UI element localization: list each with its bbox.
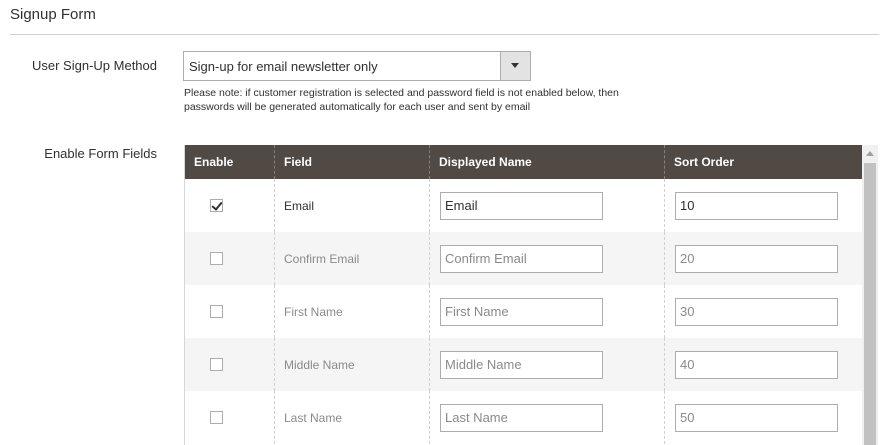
sign-up-method-select[interactable]: Sign-up for email newsletter only	[183, 51, 531, 81]
enable-checkbox[interactable]	[210, 411, 223, 424]
form-fields-table: Enable Field Displayed Name Sort Order E…	[185, 145, 863, 444]
displayed-name-input[interactable]	[440, 244, 603, 273]
sort-order-input[interactable]	[675, 403, 838, 432]
displayed-name-cell	[429, 391, 665, 444]
enable-form-fields-label: Enable Form Fields	[44, 146, 157, 161]
table-header-row: Enable Field Displayed Name Sort Order	[185, 145, 863, 179]
enable-cell	[185, 232, 275, 285]
field-name: First Name	[274, 285, 430, 338]
field-name: Last Name	[274, 391, 430, 444]
chevron-down-icon	[511, 63, 519, 68]
select-toggle-button[interactable]	[500, 52, 530, 80]
note-line-2: passwords will be generated automaticall…	[184, 101, 531, 113]
sign-up-method-value: Sign-up for email newsletter only	[189, 59, 378, 74]
table-row: Last Name	[185, 391, 863, 444]
sort-order-input[interactable]	[675, 244, 838, 273]
column-header-field: Field	[274, 145, 430, 179]
field-name: Confirm Email	[274, 232, 430, 285]
sort-order-cell	[664, 285, 863, 338]
sort-order-input[interactable]	[675, 191, 838, 220]
displayed-name-input[interactable]	[440, 403, 603, 432]
field-name: Email	[274, 179, 430, 232]
sign-up-method-note: Please note: if customer registration is…	[184, 86, 664, 114]
field-name: Middle Name	[274, 338, 430, 391]
table-row: Confirm Email	[185, 232, 863, 285]
column-header-enable: Enable	[185, 145, 275, 179]
table-row: Middle Name	[185, 338, 863, 391]
scroll-up-arrow-icon[interactable]	[866, 151, 874, 156]
table-row: Email	[185, 179, 863, 232]
enable-checkbox[interactable]	[210, 305, 223, 318]
displayed-name-cell	[429, 232, 665, 285]
displayed-name-input[interactable]	[440, 191, 603, 220]
displayed-name-cell	[429, 285, 665, 338]
displayed-name-cell	[429, 179, 665, 232]
column-header-displayed-name: Displayed Name	[429, 145, 665, 179]
form-fields-grid: Enable Field Displayed Name Sort Order E…	[184, 145, 863, 445]
enable-cell	[185, 338, 275, 391]
section-divider	[10, 34, 879, 35]
sort-order-input[interactable]	[675, 297, 838, 326]
sort-order-input[interactable]	[675, 350, 838, 379]
enable-cell	[185, 285, 275, 338]
sort-order-cell	[664, 179, 863, 232]
enable-checkbox[interactable]	[210, 252, 223, 265]
displayed-name-cell	[429, 338, 665, 391]
scroll-thumb[interactable]	[864, 163, 876, 445]
sort-order-cell	[664, 232, 863, 285]
sort-order-cell	[664, 391, 863, 444]
enable-checkbox[interactable]	[210, 199, 223, 212]
displayed-name-input[interactable]	[440, 297, 603, 326]
column-header-sort-order: Sort Order	[664, 145, 863, 179]
note-line-1: Please note: if customer registration is…	[184, 87, 619, 99]
enable-cell	[185, 391, 275, 444]
section-title: Signup Form	[10, 6, 96, 23]
displayed-name-input[interactable]	[440, 350, 603, 379]
table-row: First Name	[185, 285, 863, 338]
enable-cell	[185, 179, 275, 232]
enable-checkbox[interactable]	[210, 358, 223, 371]
sort-order-cell	[664, 338, 863, 391]
grid-scrollbar[interactable]	[862, 145, 878, 445]
sign-up-method-label: User Sign-Up Method	[32, 58, 157, 73]
